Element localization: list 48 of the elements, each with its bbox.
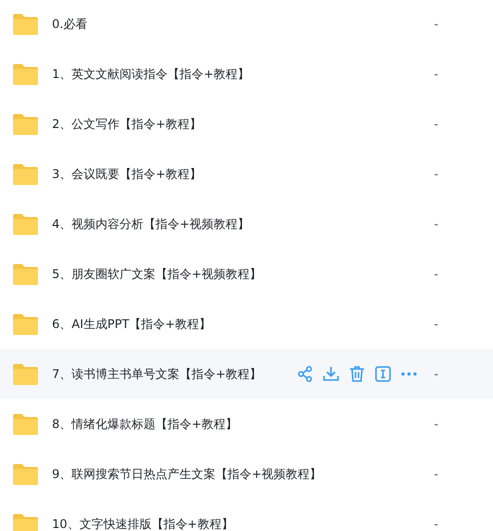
file-size: - bbox=[434, 166, 438, 183]
file-row[interactable]: 6、AI生成PPT【指令+教程】 - bbox=[0, 299, 493, 349]
file-size: - bbox=[434, 416, 438, 433]
file-size: - bbox=[434, 266, 438, 283]
file-size: - bbox=[434, 466, 438, 483]
folder-icon bbox=[13, 63, 38, 85]
folder-icon bbox=[13, 513, 38, 531]
rename-icon[interactable] bbox=[374, 365, 392, 383]
folder-icon bbox=[13, 413, 38, 435]
folder-name[interactable]: 10、文字快速排版【指令+教程】 bbox=[52, 515, 234, 531]
folder-icon bbox=[13, 363, 38, 385]
file-row[interactable]: 0.必看 - bbox=[0, 0, 493, 49]
folder-name[interactable]: 5、朋友圈软广文案【指令+视频教程】 bbox=[52, 265, 262, 283]
download-icon[interactable] bbox=[322, 365, 340, 383]
folder-icon bbox=[13, 163, 38, 185]
folder-name[interactable]: 9、联网搜索节日热点产生文案【指令+视频教程】 bbox=[52, 465, 322, 483]
folder-icon bbox=[13, 463, 38, 485]
file-row[interactable]: 10、文字快速排版【指令+教程】 - bbox=[0, 499, 493, 531]
folder-icon bbox=[13, 13, 38, 35]
file-size: - bbox=[434, 316, 438, 333]
file-size: - bbox=[434, 366, 438, 383]
file-row[interactable]: 1、英文文献阅读指令【指令+教程】 - bbox=[0, 49, 493, 99]
folder-name[interactable]: 0.必看 bbox=[52, 15, 88, 33]
file-size: - bbox=[434, 216, 438, 233]
share-icon[interactable] bbox=[296, 365, 314, 383]
folder-name[interactable]: 6、AI生成PPT【指令+教程】 bbox=[52, 315, 212, 333]
folder-name[interactable]: 8、情绪化爆款标题【指令+教程】 bbox=[52, 415, 238, 433]
folder-icon bbox=[13, 113, 38, 135]
file-row[interactable]: 9、联网搜索节日热点产生文案【指令+视频教程】 - bbox=[0, 449, 493, 499]
file-size: - bbox=[434, 16, 438, 33]
folder-icon bbox=[13, 313, 38, 335]
folder-icon bbox=[13, 263, 38, 285]
file-row[interactable]: 5、朋友圈软广文案【指令+视频教程】 - bbox=[0, 249, 493, 299]
file-row[interactable]: 2、公文写作【指令+教程】 - bbox=[0, 99, 493, 149]
trash-icon[interactable] bbox=[348, 365, 366, 383]
file-size: - bbox=[434, 116, 438, 133]
file-row[interactable]: 7、读书博主书单号文案【指令+教程】 - bbox=[0, 349, 493, 399]
file-row[interactable]: 4、视频内容分析【指令+视频教程】 - bbox=[0, 199, 493, 249]
file-size: - bbox=[434, 516, 438, 531]
file-row[interactable]: 8、情绪化爆款标题【指令+教程】 - bbox=[0, 399, 493, 449]
file-size: - bbox=[434, 66, 438, 83]
folder-name[interactable]: 2、公文写作【指令+教程】 bbox=[52, 115, 202, 133]
folder-name[interactable]: 7、读书博主书单号文案【指令+教程】 bbox=[52, 365, 262, 383]
folder-name[interactable]: 1、英文文献阅读指令【指令+教程】 bbox=[52, 65, 250, 83]
file-row[interactable]: 3、会议既要【指令+教程】 - bbox=[0, 149, 493, 199]
folder-name[interactable]: 3、会议既要【指令+教程】 bbox=[52, 165, 202, 183]
folder-name[interactable]: 4、视频内容分析【指令+视频教程】 bbox=[52, 215, 250, 233]
folder-icon bbox=[13, 213, 38, 235]
